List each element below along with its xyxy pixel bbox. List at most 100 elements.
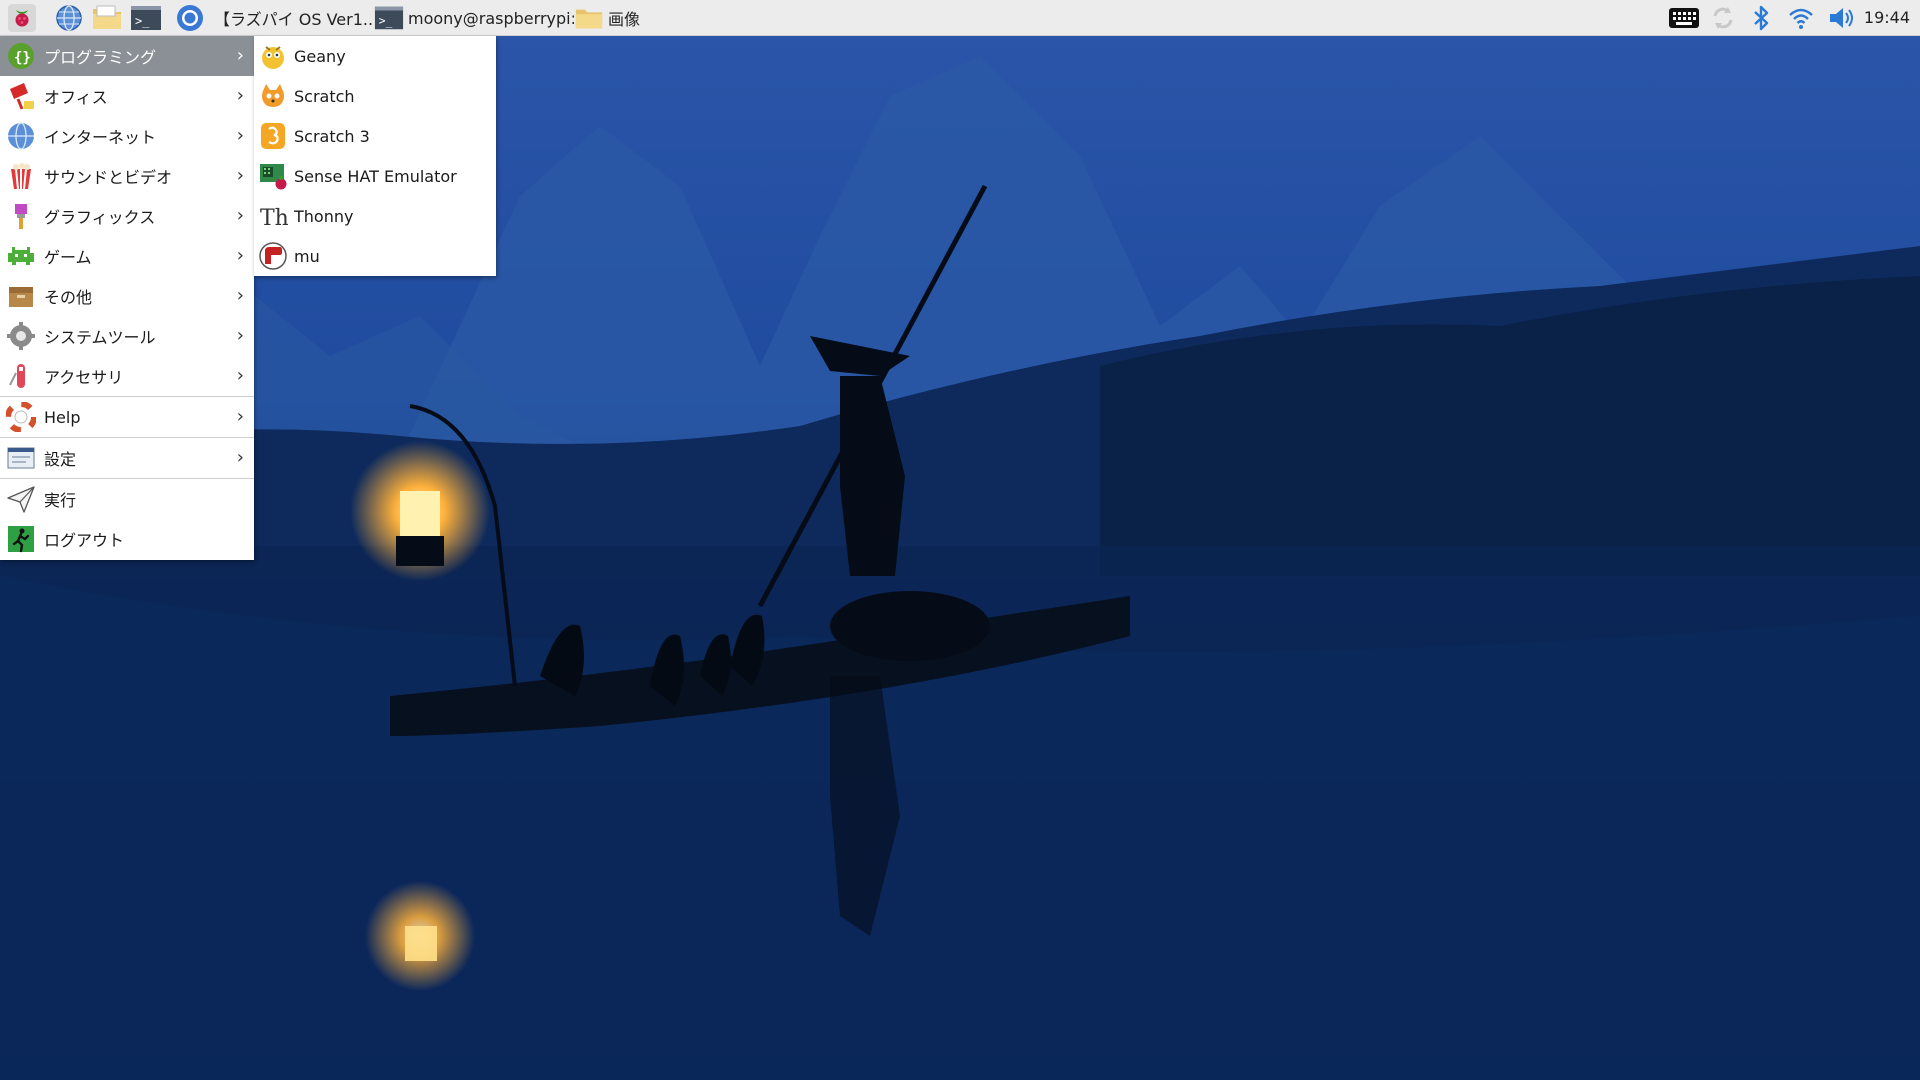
games-icon: [6, 241, 36, 271]
chevron-right-icon: ›: [236, 285, 244, 306]
chevron-right-icon: ›: [236, 245, 244, 266]
task-terminal[interactable]: >_ moony@raspberrypi: .: [374, 2, 574, 34]
keyboard-tray-button[interactable]: [1666, 2, 1702, 34]
menu-item-label: ゲーム: [44, 248, 92, 267]
desktop: >_ 【ラズパイ OS Ver1.. >_ moony@raspberrypi:…: [0, 0, 1920, 1080]
other-icon: [6, 281, 36, 311]
terminal-launcher[interactable]: >_: [128, 2, 164, 34]
svg-text:>_: >_: [379, 15, 393, 28]
menu-item-label: プログラミング: [44, 48, 157, 67]
geany-icon: [258, 41, 288, 71]
menu-item-system-tools[interactable]: システムツール ›: [0, 316, 254, 356]
menu-item-label: 実行: [44, 491, 77, 510]
menu-item-settings[interactable]: 設定 ›: [0, 438, 254, 478]
scratch3-icon: [258, 121, 288, 151]
menu-item-programming[interactable]: {} プログラミング ›: [0, 36, 254, 76]
menu-item-logout[interactable]: ログアウト: [0, 519, 254, 559]
chevron-right-icon: ›: [236, 205, 244, 226]
scratch-icon: [258, 81, 288, 111]
menu-item-office[interactable]: オフィス ›: [0, 76, 254, 116]
chromium-task-icon-button[interactable]: [172, 2, 208, 34]
submenu-item-sense-hat-emulator[interactable]: Sense HAT Emulator: [254, 156, 496, 196]
chevron-right-icon: ›: [236, 125, 244, 146]
taskbar: >_ 【ラズパイ OS Ver1.. >_ moony@raspberrypi:…: [0, 0, 1920, 36]
svg-text:{}: {}: [14, 50, 31, 66]
submenu-item-scratch[interactable]: Scratch: [254, 76, 496, 116]
folder-icon: [93, 5, 121, 29]
volume-tray-button[interactable]: [1822, 2, 1862, 34]
volume-icon: [1830, 8, 1853, 28]
menu-item-label: その他: [44, 288, 93, 307]
menu-item-label: サウンドとビデオ: [44, 168, 173, 187]
globe-icon: [56, 5, 82, 31]
svg-text:Th: Th: [260, 206, 288, 231]
sound-video-icon: [6, 161, 36, 191]
menu-item-label: インターネット: [44, 128, 157, 147]
raspberry-icon: [8, 4, 36, 32]
programming-icon: {}: [6, 41, 36, 71]
menu-item-other[interactable]: その他 ›: [0, 276, 254, 316]
menu-item-sound-video[interactable]: サウンドとビデオ ›: [0, 156, 254, 196]
chevron-right-icon: ›: [236, 447, 244, 468]
submenu-item-label: Scratch 3: [294, 126, 370, 146]
clock[interactable]: 19:44: [1864, 0, 1910, 36]
file-manager-launcher[interactable]: [88, 2, 126, 34]
submenu-item-label: Sense HAT Emulator: [294, 166, 457, 186]
settings-icon: [6, 443, 36, 473]
graphics-icon: [6, 201, 36, 231]
wifi-tray-button[interactable]: [1782, 2, 1820, 34]
submenu-item-scratch3[interactable]: Scratch 3: [254, 116, 496, 156]
task-chromium[interactable]: 【ラズパイ OS Ver1..: [214, 2, 374, 34]
menu-item-label: Help: [44, 407, 81, 427]
internet-icon: [6, 121, 36, 151]
task-label: moony@raspberrypi: .: [408, 8, 574, 28]
bluetooth-tray-button[interactable]: [1744, 2, 1778, 34]
chevron-right-icon: ›: [236, 165, 244, 186]
refresh-icon: [1713, 7, 1733, 29]
chromium-icon: [177, 5, 203, 31]
keyboard-icon: [1669, 8, 1699, 28]
menu-item-label: システムツール: [44, 328, 156, 347]
submenu-item-label: Geany: [294, 46, 346, 66]
task-images-folder[interactable]: 画像: [574, 2, 694, 34]
raspberry-menu-button[interactable]: [2, 2, 42, 34]
browser-launcher[interactable]: [50, 2, 88, 34]
menu-item-label: ログアウト: [44, 531, 125, 550]
programming-submenu: Geany Scratch Scratch 3 Sense HAT Emulat…: [254, 36, 496, 276]
logout-icon: [6, 524, 36, 554]
task-label: 画像: [608, 10, 641, 29]
submenu-item-thonny[interactable]: Th Thonny: [254, 196, 496, 236]
menu-item-label: 設定: [44, 450, 77, 469]
application-menu: {} プログラミング › オフィス › インターネット › サウンドとビデオ ›: [0, 36, 254, 560]
menu-item-games[interactable]: ゲーム ›: [0, 236, 254, 276]
menu-item-label: グラフィックス: [44, 208, 156, 227]
menu-item-accessories[interactable]: アクセサリ ›: [0, 356, 254, 396]
menu-item-label: オフィス: [44, 88, 108, 107]
task-label: 【ラズパイ OS Ver1..: [214, 10, 374, 29]
terminal-icon: >_: [131, 6, 161, 30]
chevron-right-icon: ›: [236, 45, 244, 66]
menu-item-label: アクセサリ: [44, 368, 124, 387]
menu-item-graphics[interactable]: グラフィックス ›: [0, 196, 254, 236]
submenu-item-label: mu: [294, 246, 320, 266]
chevron-right-icon: ›: [236, 325, 244, 346]
sense-hat-icon: [258, 161, 288, 191]
thonny-icon: Th: [258, 201, 288, 231]
submenu-item-mu[interactable]: mu: [254, 236, 496, 276]
run-icon: [6, 484, 36, 514]
chevron-right-icon: ›: [236, 406, 244, 427]
menu-item-help[interactable]: Help ›: [0, 397, 254, 437]
mu-icon: [258, 241, 288, 271]
office-icon: [6, 81, 36, 111]
menu-item-run[interactable]: 実行: [0, 479, 254, 519]
submenu-item-label: Thonny: [294, 206, 354, 226]
submenu-item-geany[interactable]: Geany: [254, 36, 496, 76]
chevron-right-icon: ›: [236, 365, 244, 386]
updater-tray-button[interactable]: [1706, 2, 1740, 34]
wifi-icon: [1789, 8, 1813, 29]
chevron-right-icon: ›: [236, 85, 244, 106]
svg-text:>_: >_: [135, 14, 150, 28]
folder-icon: [575, 9, 603, 29]
menu-item-internet[interactable]: インターネット ›: [0, 116, 254, 156]
submenu-item-label: Scratch: [294, 86, 355, 106]
